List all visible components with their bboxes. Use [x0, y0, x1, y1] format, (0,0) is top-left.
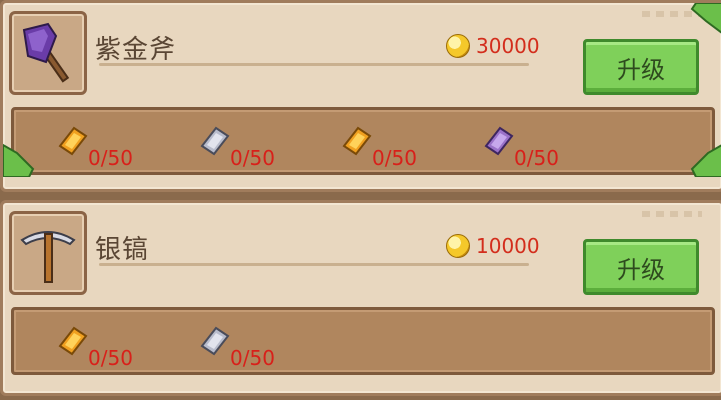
- price-value: 30000: [476, 34, 540, 58]
- material-slot: 0/50: [34, 120, 154, 170]
- material-count: 0/50: [230, 346, 275, 370]
- material-count: 0/50: [372, 146, 417, 170]
- materials-tray: 0/50 0/50: [11, 307, 715, 375]
- gold-ingot-icon: [58, 326, 88, 356]
- purple-ingot-icon: [484, 126, 514, 156]
- material-count: 0/50: [514, 146, 559, 170]
- leaf-corner-icon: [3, 143, 35, 177]
- gold-ingot-icon: [342, 126, 372, 156]
- material-slot: 0/50: [318, 120, 438, 170]
- material-count: 0/50: [88, 346, 133, 370]
- gold-coin-icon: [446, 234, 470, 258]
- silver-pickaxe-icon: [20, 231, 76, 283]
- silver-ingot-icon: [200, 126, 230, 156]
- material-count: 0/50: [88, 146, 133, 170]
- gold-coin-icon: [446, 34, 470, 58]
- leaf-corner-icon: [690, 3, 721, 34]
- upgrade-button[interactable]: 升级: [583, 239, 699, 295]
- material-slot: 0/50: [176, 320, 296, 370]
- gold-ingot-icon: [58, 126, 88, 156]
- material-slot: 0/50: [460, 120, 580, 170]
- upgrade-price: 10000: [446, 233, 540, 259]
- item-icon-frame: [9, 211, 87, 295]
- upgrade-card-silver-pickaxe: 银镐 10000 升级 0/50 0/50: [0, 200, 721, 396]
- material-slot: 0/50: [34, 320, 154, 370]
- item-title: 银镐: [95, 235, 150, 265]
- decorative-notch: [642, 211, 702, 217]
- upgrade-price: 30000: [446, 33, 540, 59]
- upgrade-card-purple-axe: 紫金斧 30000 升级 0/50 0/50 0/50 0/50: [0, 0, 721, 192]
- price-value: 10000: [476, 234, 540, 258]
- material-slot: 0/50: [176, 120, 296, 170]
- leaf-corner-icon: [690, 144, 721, 177]
- title-underline: [99, 263, 529, 266]
- item-title: 紫金斧: [95, 35, 177, 65]
- silver-ingot-icon: [200, 326, 230, 356]
- materials-tray: 0/50 0/50 0/50 0/50: [11, 107, 715, 175]
- item-icon-frame: [9, 11, 87, 95]
- title-underline: [99, 63, 529, 66]
- upgrade-button[interactable]: 升级: [583, 39, 699, 95]
- material-count: 0/50: [230, 146, 275, 170]
- purple-axe-icon: [22, 22, 70, 83]
